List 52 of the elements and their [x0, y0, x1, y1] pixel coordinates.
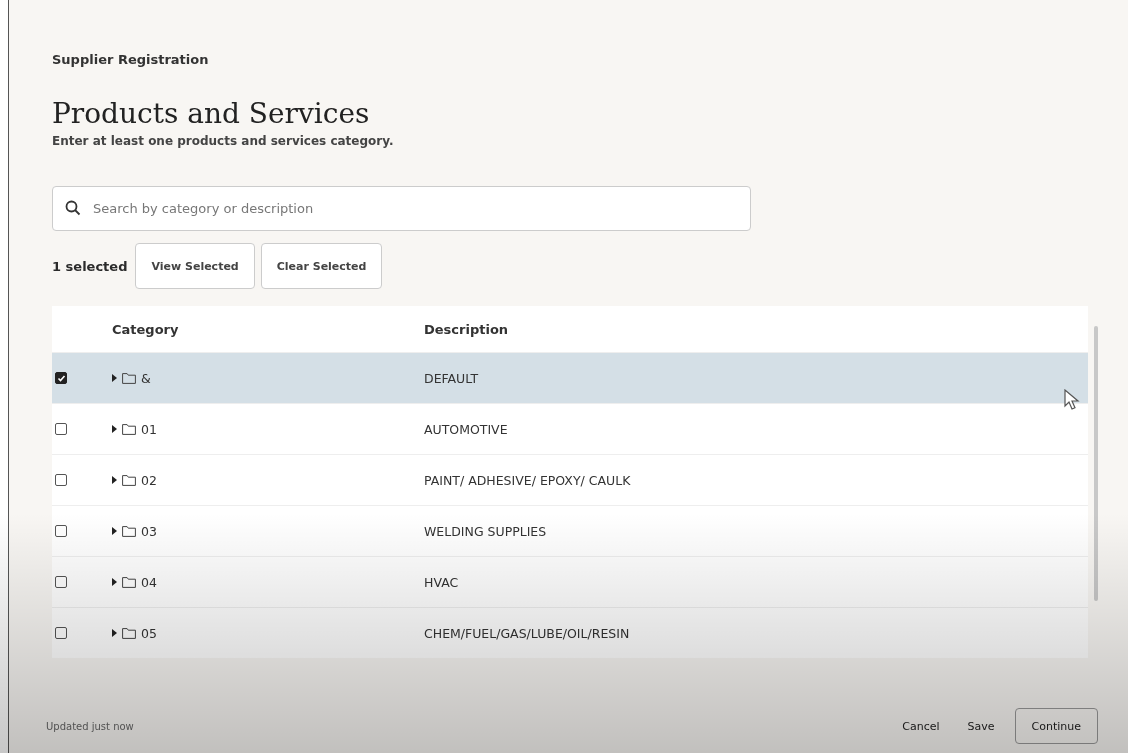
expand-icon[interactable]	[112, 629, 117, 637]
page-title: Products and Services	[52, 97, 371, 130]
search-field[interactable]: Search by category or description	[52, 186, 751, 231]
checkbox[interactable]	[55, 627, 67, 639]
expand-icon[interactable]	[112, 374, 117, 382]
folder-icon	[122, 525, 136, 537]
scrollbar[interactable]	[1094, 326, 1098, 601]
category-code: 05	[141, 625, 157, 641]
table-row[interactable]: 03 WELDING SUPPLIES	[52, 505, 1088, 556]
checkbox[interactable]	[55, 576, 67, 588]
expand-icon[interactable]	[112, 527, 117, 535]
folder-icon	[122, 423, 136, 435]
category-code: 01	[141, 421, 157, 437]
table-row[interactable]: & DEFAULT	[52, 352, 1088, 403]
folder-icon	[122, 627, 136, 639]
folder-icon	[122, 474, 136, 486]
expand-icon[interactable]	[112, 425, 117, 433]
footer-button[interactable]: Save	[953, 711, 1009, 741]
category-code: 03	[141, 523, 157, 539]
checkbox[interactable]	[55, 423, 67, 435]
table-row[interactable]: 05 CHEM/FUEL/GAS/LUBE/OIL/RESIN	[52, 607, 1088, 658]
table-cell-text: WELDING SUPPLIES	[424, 523, 548, 539]
column-header: Description	[424, 321, 510, 337]
instructions: Enter at least one products and services category.	[52, 134, 395, 148]
expand-icon[interactable]	[112, 578, 117, 586]
folder-icon	[122, 576, 136, 588]
breadcrumb: Supplier Registration	[52, 52, 210, 67]
footer-button[interactable]: Continue	[1014, 708, 1098, 744]
column-header: Category	[112, 321, 180, 337]
checkbox[interactable]	[55, 372, 67, 384]
expand-icon[interactable]	[112, 476, 117, 484]
table-row[interactable]: 01 AUTOMOTIVE	[52, 403, 1088, 454]
footer-button[interactable]: Cancel	[888, 711, 954, 741]
table-cell-text: PAINT/ ADHESIVE/ EPOXY/ CAULK	[424, 472, 632, 488]
table-cell-text: AUTOMOTIVE	[424, 421, 509, 437]
selection-button[interactable]: View Selected	[135, 243, 255, 289]
status-text: Updated just now	[46, 720, 135, 732]
category-code: 04	[141, 574, 157, 590]
checkbox[interactable]	[55, 525, 67, 537]
search-icon	[65, 200, 81, 216]
table-cell-text: HVAC	[424, 574, 460, 590]
category-code: 02	[141, 472, 157, 488]
folder-icon	[122, 372, 136, 384]
checkbox[interactable]	[55, 474, 67, 486]
category-code: &	[141, 370, 151, 386]
selected-count: 1 selected	[52, 258, 128, 274]
selection-button[interactable]: Clear Selected	[260, 243, 383, 289]
table-row[interactable]: 04 HVAC	[52, 556, 1088, 607]
pointer-icon	[1064, 389, 1080, 411]
table-cell-text: CHEM/FUEL/GAS/LUBE/OIL/RESIN	[424, 625, 631, 641]
table-row[interactable]: 02 PAINT/ ADHESIVE/ EPOXY/ CAULK	[52, 454, 1088, 505]
table-cell-text: DEFAULT	[424, 370, 480, 386]
